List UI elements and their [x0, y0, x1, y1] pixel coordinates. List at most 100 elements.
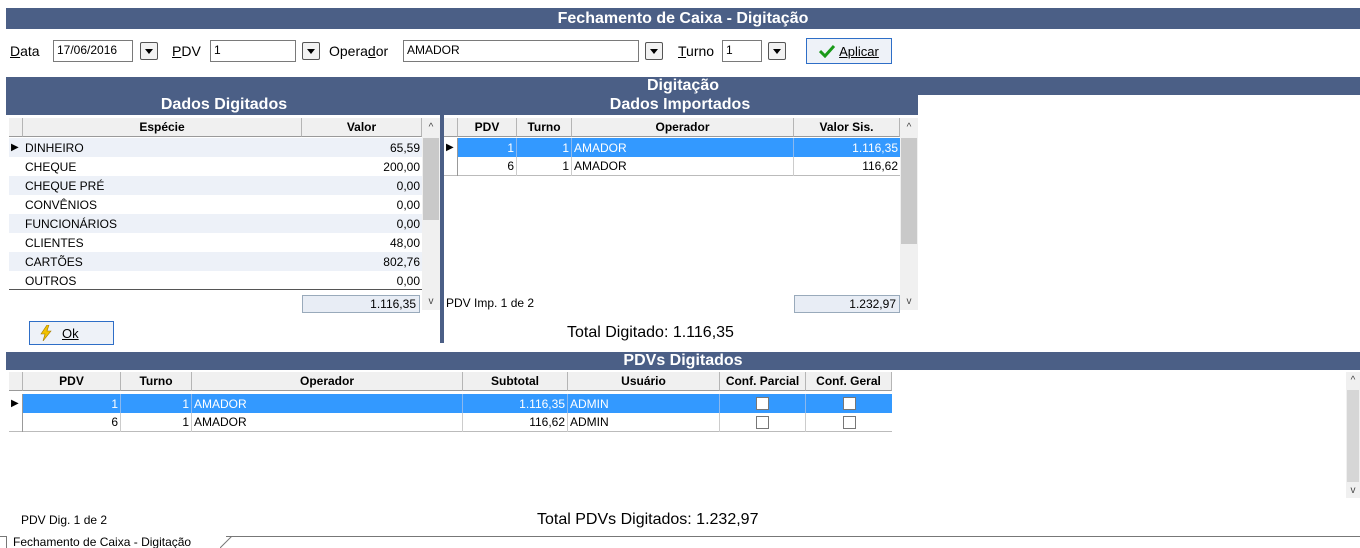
- especie-cell: CHEQUE PRÉ: [25, 178, 105, 193]
- column-header-conf-parcial[interactable]: Conf. Parcial: [720, 372, 806, 391]
- operador-cell: AMADOR: [192, 412, 463, 432]
- column-header-operador[interactable]: Operador: [192, 372, 463, 391]
- dados-digitados-grid[interactable]: Espécie Valor ^ v ▶ DINHEIRO 65,59 CHEQU…: [6, 118, 442, 318]
- indicator-header: [9, 372, 23, 391]
- pdv-cell: 1: [23, 394, 121, 413]
- operador-dropdown-button[interactable]: [645, 42, 663, 60]
- table-row[interactable]: 6 1 AMADOR 116,62 ADMIN: [9, 412, 892, 432]
- column-header-usuario[interactable]: Usuário: [568, 372, 720, 391]
- indicator-header: [444, 118, 458, 137]
- pdv-dropdown-button[interactable]: [302, 42, 320, 60]
- table-row[interactable]: CONVÊNIOS 0,00: [9, 195, 422, 214]
- aplicar-label: Aplicar: [839, 43, 879, 59]
- column-header-turno[interactable]: Turno: [517, 118, 572, 137]
- row-pointer-icon: ▶: [444, 138, 458, 157]
- digitacao-bar: Digitação: [6, 77, 1360, 95]
- table-row[interactable]: FUNCIONÁRIOS 0,00: [9, 214, 422, 233]
- vertical-scrollbar[interactable]: ^ v: [900, 118, 918, 310]
- conf-parcial-checkbox[interactable]: [756, 415, 769, 429]
- valor-cell: 116,62: [862, 159, 898, 173]
- ok-label: Ok: [62, 325, 79, 341]
- table-row[interactable]: CARTÕES 802,76: [9, 252, 422, 271]
- dados-importados-grid[interactable]: PDV Turno Operador Valor Sis. ^ v ▶ 1 1 …: [444, 118, 918, 318]
- scroll-thumb[interactable]: [1347, 390, 1359, 482]
- turno-label: Turno: [678, 43, 715, 59]
- chevron-down-icon: [650, 48, 658, 54]
- scroll-up-icon[interactable]: ^: [900, 118, 918, 137]
- turno-cell: 1: [121, 412, 192, 432]
- dados-digitados-title: Dados Digitados: [160, 96, 288, 113]
- indicator-header: [9, 118, 23, 137]
- column-header-conf-geral[interactable]: Conf. Geral: [806, 372, 892, 391]
- column-header-subtotal[interactable]: Subtotal: [463, 372, 568, 391]
- table-row[interactable]: OUTROS 0,00: [9, 271, 422, 290]
- column-header-turno[interactable]: Turno: [121, 372, 192, 391]
- turno-field[interactable]: 1: [722, 40, 762, 62]
- ok-button[interactable]: Ok: [29, 321, 114, 345]
- column-header-valor-sis[interactable]: Valor Sis.: [794, 118, 900, 137]
- especie-cell: OUTROS: [25, 273, 77, 288]
- scroll-thumb[interactable]: [423, 138, 439, 220]
- turno-cell: 1: [517, 156, 572, 176]
- scroll-down-icon[interactable]: v: [900, 293, 918, 310]
- scroll-up-icon[interactable]: ^: [1346, 372, 1360, 388]
- valor-cell: 0,00: [396, 178, 420, 193]
- row-pointer-icon: ▶: [9, 394, 23, 413]
- subtotal-cell: 1.116,35: [463, 394, 568, 413]
- table-row[interactable]: CLIENTES 48,00: [9, 233, 422, 252]
- pdv-cell: 6: [458, 156, 517, 176]
- especie-cell: CARTÕES: [25, 254, 83, 269]
- subtotal-cell: 116,62: [463, 412, 568, 432]
- vertical-scrollbar[interactable]: ^ v: [422, 118, 440, 310]
- conf-parcial-checkbox[interactable]: [756, 397, 769, 410]
- scroll-thumb[interactable]: [901, 138, 917, 244]
- operador-cell: AMADOR: [572, 138, 794, 157]
- table-row[interactable]: CHEQUE 200,00: [9, 157, 422, 176]
- column-header-pdv[interactable]: PDV: [458, 118, 517, 137]
- column-header-especie[interactable]: Espécie: [23, 118, 302, 137]
- pdv-field[interactable]: 1: [210, 40, 296, 62]
- chevron-down-icon: [307, 48, 315, 54]
- chevron-down-icon: [773, 48, 781, 54]
- column-header-valor[interactable]: Valor: [302, 118, 422, 137]
- scroll-down-icon[interactable]: v: [1346, 482, 1360, 498]
- data-dropdown-button[interactable]: [140, 42, 158, 60]
- turno-dropdown-button[interactable]: [768, 42, 786, 60]
- valor-cell: 48,00: [389, 235, 420, 250]
- operador-field[interactable]: AMADOR: [403, 40, 639, 62]
- window-title-bar: Fechamento de Caixa - Digitação: [6, 8, 1360, 29]
- pdvs-digitados-title: PDVs Digitados: [623, 352, 743, 369]
- conf-geral-cell: [806, 394, 892, 413]
- valor-cell: 200,00: [383, 159, 420, 174]
- table-row[interactable]: CHEQUE PRÉ 0,00: [9, 176, 422, 195]
- importados-total: 1.232,97: [794, 295, 900, 313]
- pdvs-digitados-grid[interactable]: PDV Turno Operador Subtotal Usuário Conf…: [6, 372, 1360, 500]
- pdv-cell: 1: [458, 138, 517, 157]
- conf-geral-checkbox[interactable]: [842, 415, 856, 429]
- table-row[interactable]: 6 1 AMADOR 116,62: [444, 156, 900, 176]
- vertical-scrollbar[interactable]: ^ v: [1346, 372, 1360, 498]
- especie-cell: CLIENTES: [25, 235, 84, 250]
- pdv-cell: 6: [23, 412, 121, 432]
- column-header-pdv[interactable]: PDV: [23, 372, 121, 391]
- turno-cell: 1: [121, 394, 192, 413]
- total-pdvs-digitados: Total PDVs Digitados: 1.232,97: [537, 511, 759, 528]
- scroll-down-icon[interactable]: v: [422, 293, 440, 310]
- scroll-up-icon[interactable]: ^: [422, 118, 440, 137]
- table-row[interactable]: ▶ DINHEIRO 65,59: [9, 138, 422, 157]
- conf-geral-cell: [806, 413, 892, 432]
- column-header-operador[interactable]: Operador: [572, 118, 794, 137]
- importados-footer-label: PDV Imp. 1 de 2: [446, 296, 535, 310]
- aplicar-button[interactable]: Aplicar: [806, 38, 892, 64]
- table-row[interactable]: ▶ 1 1 AMADOR 1.116,35 ADMIN: [9, 394, 892, 413]
- operador-label: Operador: [329, 43, 389, 59]
- usuario-cell: ADMIN: [568, 412, 720, 432]
- valor-cell: 0,00: [396, 216, 420, 231]
- data-field[interactable]: 17/06/2016: [53, 40, 133, 62]
- bottom-tab[interactable]: Fechamento de Caixa - Digitação: [6, 536, 226, 548]
- window-title: Fechamento de Caixa - Digitação: [557, 10, 809, 27]
- valor-cell: 1.116,35: [852, 140, 898, 155]
- table-row[interactable]: ▶ 1 1 AMADOR 1.116,35: [444, 138, 900, 157]
- conf-geral-checkbox[interactable]: [842, 397, 856, 410]
- data-label: Data: [10, 43, 40, 59]
